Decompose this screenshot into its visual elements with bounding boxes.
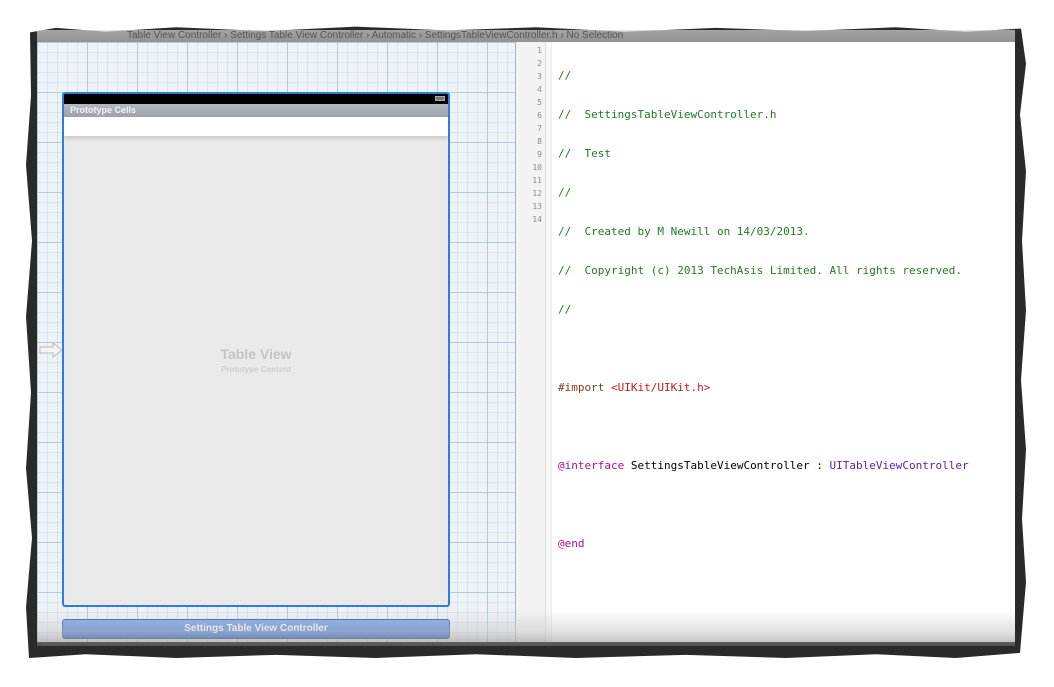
status-bar xyxy=(64,94,448,104)
code-line-comment: // Created by M Newill on 14/03/2013. xyxy=(558,225,810,238)
table-view-placeholder-subtitle: Prototype Content xyxy=(221,365,291,374)
jump-bar[interactable]: Table View Controller › Settings Table V… xyxy=(37,30,1015,42)
code-line-interface: @interface SettingsTableViewController :… xyxy=(558,459,969,472)
storyboard-canvas[interactable]: Prototype Cells Table View Prototype Con… xyxy=(37,42,515,642)
code-line-comment: // xyxy=(558,303,572,316)
line-number: 14 xyxy=(532,215,542,224)
xcode-window: Prototype Cells Table View Prototype Con… xyxy=(37,42,1015,642)
interface-keyword: @interface xyxy=(558,459,625,472)
line-number: 9 xyxy=(537,150,542,159)
code-line-comment: // xyxy=(558,69,572,82)
code-folding-ribbon[interactable] xyxy=(546,42,552,642)
scene-dock-label[interactable]: Settings Table View Controller xyxy=(62,619,450,639)
jump-bar-breadcrumb: Table View Controller › Settings Table V… xyxy=(127,30,624,41)
import-directive: #import xyxy=(558,381,611,394)
table-view-controller-scene[interactable]: Prototype Cells Table View Prototype Con… xyxy=(62,92,450,607)
prototype-cell[interactable] xyxy=(64,117,448,137)
line-numbers: 1 2 3 4 5 6 7 8 9 10 11 12 13 14 xyxy=(516,44,542,226)
prototype-cells-header: Prototype Cells xyxy=(64,104,448,117)
line-number: 4 xyxy=(537,85,542,94)
code-line-comment: // SettingsTableViewController.h xyxy=(558,108,777,121)
line-number: 7 xyxy=(537,124,542,133)
line-number-gutter: 1 2 3 4 5 6 7 8 9 10 11 12 13 14 xyxy=(516,42,546,642)
source-code[interactable]: // // SettingsTableViewController.h // T… xyxy=(558,43,969,615)
battery-icon xyxy=(435,96,445,101)
line-number: 13 xyxy=(532,202,542,211)
line-number: 2 xyxy=(537,59,542,68)
line-number: 11 xyxy=(532,176,542,185)
line-number: 12 xyxy=(532,189,542,198)
line-number: 1 xyxy=(537,46,542,55)
interface-superclass: UITableViewController xyxy=(829,459,969,472)
interface-class-name: SettingsTableViewController : xyxy=(624,459,830,472)
table-view-placeholder-title: Table View xyxy=(220,346,292,362)
line-number: 6 xyxy=(537,111,542,120)
entry-point-arrow-icon xyxy=(39,342,63,358)
import-header: <UIKit/UIKit.h> xyxy=(610,381,711,394)
line-number: 5 xyxy=(537,98,542,107)
code-line-comment: // xyxy=(558,186,572,199)
line-number: 8 xyxy=(537,137,542,146)
assistant-code-editor[interactable]: 1 2 3 4 5 6 7 8 9 10 11 12 13 14 // // S… xyxy=(516,42,1015,642)
code-line-comment: // Copyright (c) 2013 TechAsis Limited. … xyxy=(558,264,962,277)
code-line-comment: // Test xyxy=(558,147,611,160)
code-line-import: #import <UIKit/UIKit.h> xyxy=(558,381,969,394)
line-number: 10 xyxy=(532,163,542,172)
code-line-end: @end xyxy=(558,537,585,550)
line-number: 3 xyxy=(537,72,542,81)
